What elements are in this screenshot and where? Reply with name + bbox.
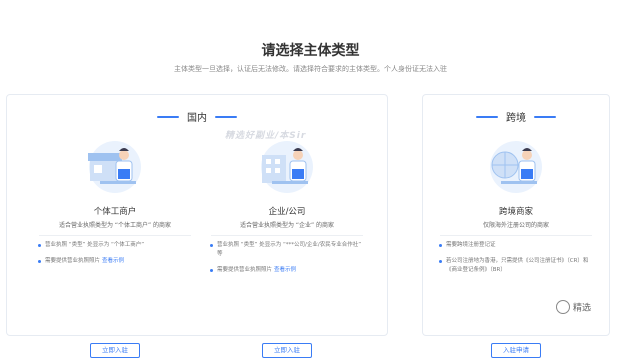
divider	[440, 235, 592, 236]
bullet-item: 若公司注册地为香港，只需提供《公司注册证书》（CR）和《商业登记条例》（BR）	[436, 257, 596, 275]
logo-icon	[556, 300, 570, 314]
divider	[211, 235, 363, 236]
bullet-text: 营业执照 “类型” 处显示为 “***公司/企业/农民专业合作社” 等	[217, 242, 362, 257]
enter-now-button[interactable]: 立即入驻	[262, 343, 312, 358]
bullet-item: 需要提供营业执照照片 查看示例	[207, 266, 367, 275]
card-individual-subtitle: 适合营业执照类型为 “个体工商户” 的商家	[58, 222, 172, 229]
view-example-link[interactable]: 查看示例	[274, 267, 296, 273]
bullet-item: 营业执照 “类型” 处显示为 “个体工商户”	[35, 241, 195, 250]
corner-logo-text: 精选	[573, 303, 592, 314]
bullet-dot	[38, 260, 41, 263]
bullet-dot	[38, 244, 41, 247]
bullet-item: 营业执照 “类型” 处显示为 “***公司/企业/农民专业合作社” 等	[207, 241, 367, 259]
header-line-left	[476, 115, 498, 118]
crossborder-header-title: 跨境	[506, 113, 526, 124]
bullet-dot	[210, 244, 213, 247]
watermark-text: 精选好副业/本Sir	[225, 131, 307, 141]
office-person-icon	[261, 141, 313, 193]
header-line-left	[157, 115, 179, 118]
header-line-right	[215, 115, 237, 118]
bullet-dot	[210, 269, 213, 272]
card-company-subtitle: 适合营业执照类型为 “企业” 的商家	[239, 222, 335, 229]
domestic-header-title: 国内	[187, 113, 207, 124]
enter-now-button[interactable]: 立即入驻	[90, 343, 140, 358]
bullet-text: 营业执照 “类型” 处显示为 “个体工商户”	[45, 242, 145, 248]
bullet-dot	[439, 260, 442, 263]
view-example-link[interactable]: 查看示例	[102, 258, 124, 264]
bullet-dot	[439, 244, 442, 247]
apply-button[interactable]: 入驻申请	[491, 343, 541, 358]
bullet-text: 需要跨境注册登记证	[446, 242, 496, 248]
globe-person-icon	[490, 141, 542, 193]
domestic-panel: 国内 个体工商户 适合营业执照类型为 “个体工商户” 的商家 营业执照 “类型”…	[6, 94, 388, 358]
storefront-person-icon	[88, 141, 141, 193]
domestic-header: 国内	[7, 109, 387, 124]
bullet-text: 若公司注册地为香港，只需提供《公司注册证书》（CR）和《商业登记条例》（BR）	[446, 258, 589, 273]
card-company-title: 企业/公司	[268, 207, 306, 217]
crossborder-header: 跨境	[423, 109, 609, 124]
bullet-item: 需要跨境注册登记证	[436, 241, 596, 250]
page-subtitle: 主体类型一旦选择，认证后无法修改。请选择符合要求的主体类型。个人身份证无法入驻	[174, 65, 447, 73]
card-individual-title: 个体工商户	[93, 207, 137, 217]
bullet-text: 需要提供营业执照照片	[217, 267, 273, 273]
card-crossborder-title: 跨境商家	[498, 207, 533, 217]
page-title: 请选择主体类型	[261, 43, 360, 59]
bullet-text: 需要提供营业执照照片	[45, 258, 101, 264]
card-crossborder-subtitle: 仅限海外注册公司的商家	[482, 222, 549, 229]
header-line-right	[534, 115, 556, 118]
bullet-item: 需要提供营业执照照片 查看示例	[35, 257, 195, 266]
divider	[39, 235, 191, 236]
corner-logo: 精选	[556, 300, 591, 314]
